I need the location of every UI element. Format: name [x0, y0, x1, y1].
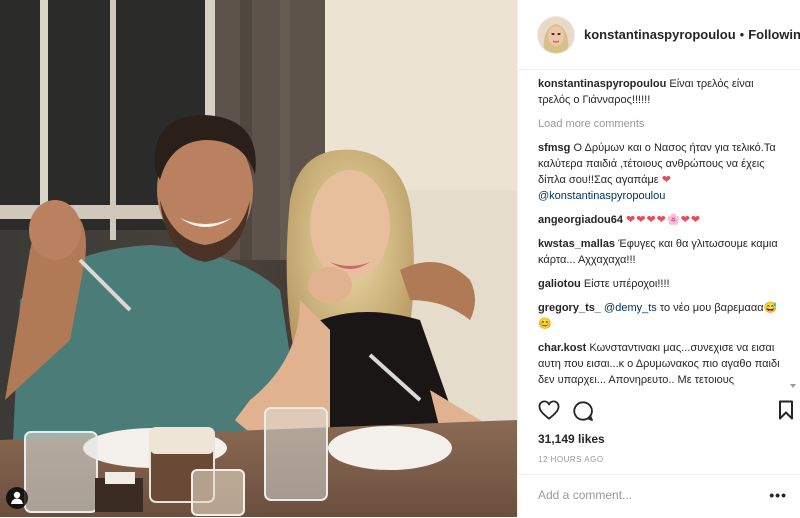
add-comment-input[interactable]: Add a comment...: [538, 488, 632, 502]
header-username-link[interactable]: konstantinaspyropoulou: [584, 27, 736, 42]
comment-bubble-icon[interactable]: [572, 400, 594, 427]
following-button[interactable]: Following: [748, 27, 800, 42]
comment-text: Είστε υπέροχοι!!!!: [583, 278, 670, 290]
comment-username-link[interactable]: angeorgiadou64: [538, 214, 623, 226]
comment-item: char.kost Κωνσταντινακι μας...συνεχισε ν…: [538, 340, 788, 386]
flower-emoji: 🌸: [666, 214, 681, 226]
comment-username-link[interactable]: char.kost: [538, 342, 586, 354]
load-more-comments-button[interactable]: Load more comments: [538, 116, 788, 132]
comment-text: το νέο μου βαρεμααα: [656, 302, 764, 314]
comment-username-link[interactable]: galiotou: [538, 278, 581, 290]
post-timestamp[interactable]: 12 HOURS AGO: [538, 455, 604, 464]
heart-outline-icon[interactable]: [538, 400, 560, 425]
heart-emoji: ❤: [661, 174, 672, 186]
more-options-icon[interactable]: •••: [769, 487, 787, 503]
comment-item: sfmsg Ο Δρύμων και ο Νασος ήταν για τελι…: [538, 140, 788, 204]
instagram-post-view: konstantinaspyropoulou • Following konst…: [0, 0, 800, 517]
comment-text: Ο Δρύμων και ο Νασος ήταν για τελικό.Τα …: [538, 142, 776, 186]
comment-item: gregory_ts_ @demy_ts το νέο μου βαρεμααα…: [538, 300, 788, 332]
comment-username-link[interactable]: sfmsg: [538, 142, 570, 154]
heart-emoji: ❤❤: [680, 214, 702, 226]
mention-link[interactable]: @konstantinaspyropoulou: [538, 190, 665, 202]
add-comment-section: Add a comment... •••: [518, 474, 800, 518]
caption-username-link[interactable]: konstantinaspyropoulou: [538, 78, 666, 90]
comment-item: angeorgiadou64 ❤❤❤❤🌸❤❤: [538, 212, 788, 228]
couple-dinner-photo: [0, 0, 517, 517]
action-bar: [538, 396, 798, 426]
avatar[interactable]: [538, 16, 574, 53]
comment-item: kwstas_mallas Έφυγες και θα γλιτωσουμε κ…: [538, 236, 788, 268]
post-side-panel: konstantinaspyropoulou • Following konst…: [517, 0, 800, 517]
scroll-down-arrow-icon[interactable]: [790, 384, 796, 388]
mention-link[interactable]: @demy_ts: [604, 302, 657, 314]
post-header: konstantinaspyropoulou • Following: [518, 0, 800, 70]
user-tag-icon[interactable]: [6, 487, 28, 509]
comments-scrollbar[interactable]: [790, 76, 796, 388]
header-separator: •: [739, 27, 745, 42]
comments-list[interactable]: konstantinaspyropoulou Είναι τρελός είνα…: [538, 76, 788, 386]
caption: konstantinaspyropoulou Είναι τρελός είνα…: [538, 76, 788, 108]
comment-item: galiotou Είστε υπέροχοι!!!!: [538, 276, 788, 292]
comment-username-link[interactable]: kwstas_mallas: [538, 238, 615, 250]
post-photo[interactable]: [0, 0, 517, 517]
bookmark-icon[interactable]: [778, 400, 794, 425]
comment-username-link[interactable]: gregory_ts_: [538, 302, 601, 314]
heart-emoji: ❤❤❤❤: [626, 214, 667, 226]
likes-count[interactable]: 31,149 likes: [538, 432, 605, 446]
